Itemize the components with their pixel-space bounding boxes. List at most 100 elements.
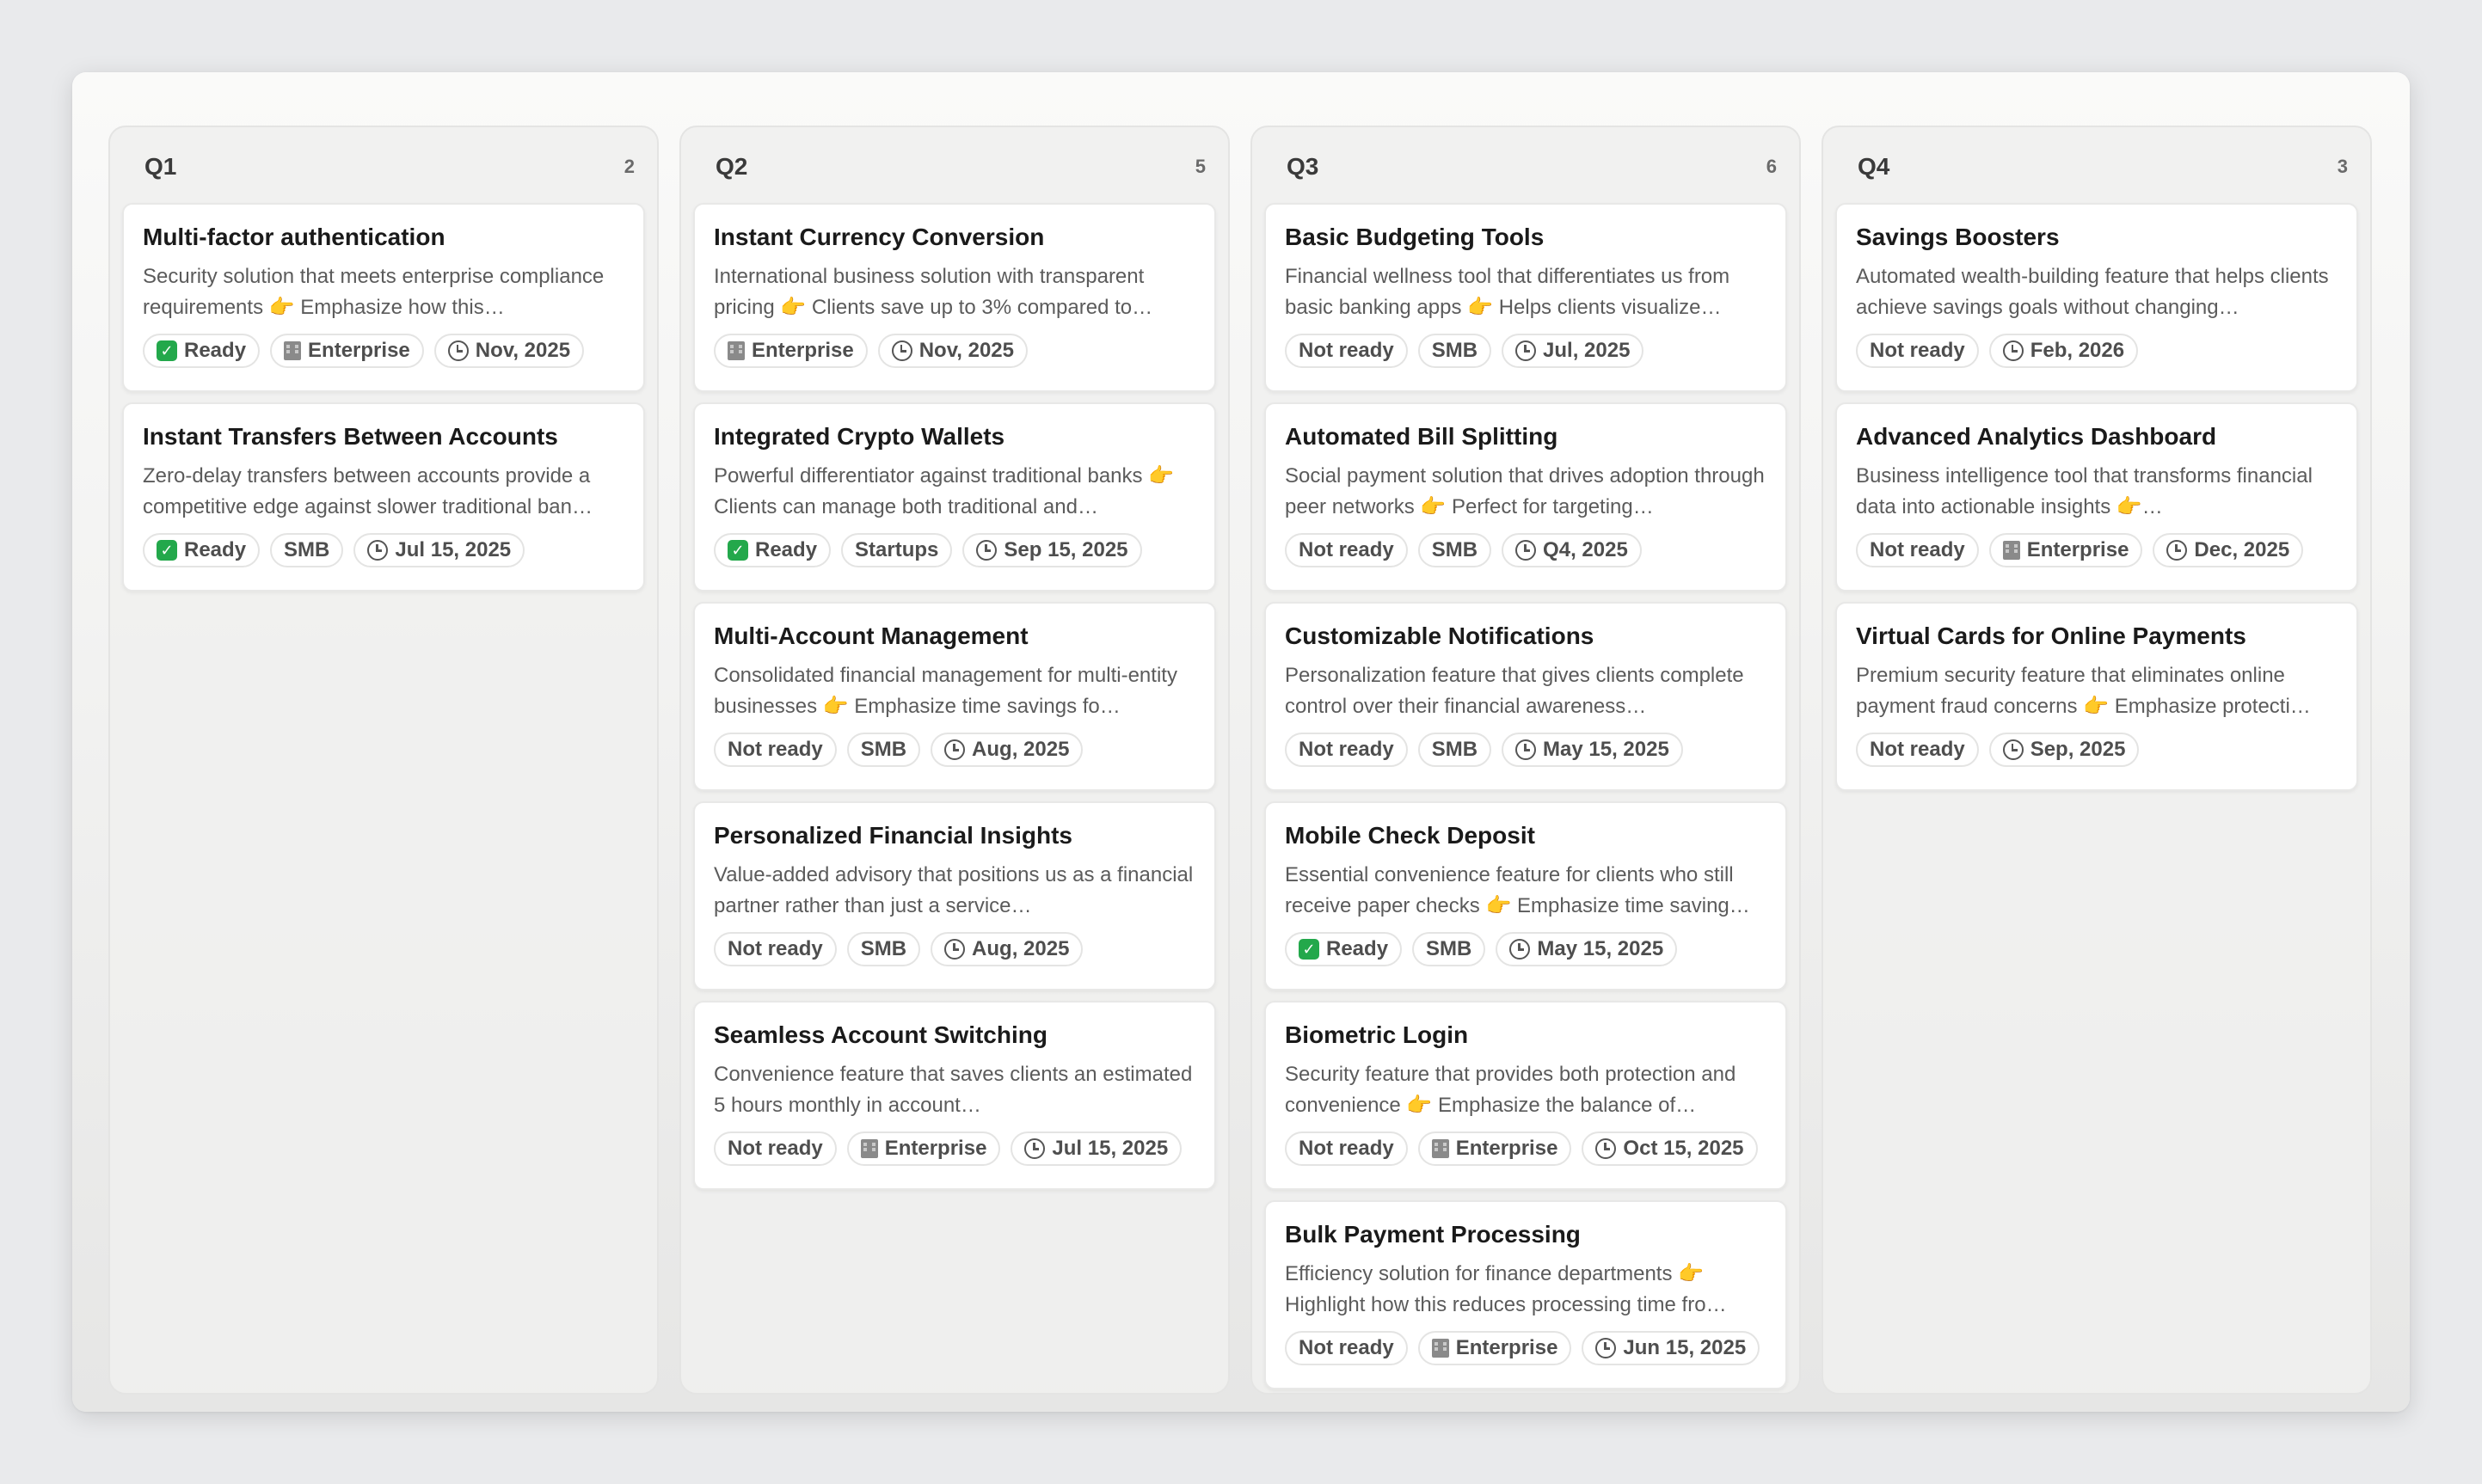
feature-card[interactable]: Virtual Cards for Online Payments Premium… <box>1835 602 2358 791</box>
card-title: Advanced Analytics Dashboard <box>1856 423 2217 450</box>
card-tags: Not ready Enterprise Oct 15, 2025 <box>1285 1131 1766 1166</box>
card-list: Multi-factor authentication Security solu… <box>122 203 645 592</box>
card-tags: Enterprise Nov, 2025 <box>714 334 1195 368</box>
feature-card[interactable]: Integrated Crypto Wallets Powerful differ… <box>693 402 1216 592</box>
check-box-icon: ✓ <box>728 540 748 561</box>
feature-card[interactable]: Instant Transfers Between Accounts Zero-d… <box>122 402 645 592</box>
segment-label: SMB <box>1426 937 1472 960</box>
check-box-icon: ✓ <box>157 540 177 561</box>
status-label: Not ready <box>728 1137 823 1160</box>
status-badge: Not ready <box>1285 733 1408 767</box>
segment-label: SMB <box>860 738 907 761</box>
segment-badge: Startups <box>841 533 953 567</box>
date-badge: Jul, 2025 <box>1502 334 1644 368</box>
date-badge: Nov, 2025 <box>433 334 585 368</box>
segment-label: Enterprise <box>752 339 854 362</box>
feature-card[interactable]: Advanced Analytics Dashboard Business int… <box>1835 402 2358 592</box>
card-description: Premium security feature that eliminates… <box>1856 664 2311 718</box>
column-title: Q2 <box>716 153 748 180</box>
column-title: Q3 <box>1287 153 1319 180</box>
clock-icon <box>1595 1338 1617 1358</box>
status-badge: Not ready <box>714 1131 837 1166</box>
card-title: Personalized Financial Insights <box>714 822 1072 849</box>
segment-badge: Enterprise <box>714 334 868 368</box>
status-label: Not ready <box>1299 538 1394 561</box>
date-label: Oct 15, 2025 <box>1623 1137 1744 1160</box>
feature-card[interactable]: Instant Currency Conversion International… <box>693 203 1216 392</box>
segment-label: SMB <box>1431 339 1478 362</box>
status-badge: Not ready <box>1856 533 1979 567</box>
card-tags: Not ready SMB Aug, 2025 <box>714 733 1195 767</box>
clock-icon <box>1595 1138 1617 1159</box>
clock-icon <box>2166 540 2188 561</box>
column-q1: Q1 2 Multi-factor authentication Security s… <box>108 126 659 1395</box>
card-description: Security solution that meets enterprise … <box>143 265 605 319</box>
date-badge: Dec, 2025 <box>2153 533 2304 567</box>
feature-card[interactable]: Multi-Account Management Consolidated fin… <box>693 602 1216 791</box>
status-label: Not ready <box>1299 738 1394 761</box>
date-label: Sep 15, 2025 <box>1004 538 1128 561</box>
card-tags: Not ready Enterprise Dec, 2025 <box>1856 533 2338 567</box>
column-q3: Q3 6 Basic Budgeting Tools Financial wellne… <box>1250 126 1801 1395</box>
card-description: Zero-delay transfers between accounts pr… <box>143 464 593 518</box>
feature-card[interactable]: Mobile Check Deposit Essential convenienc… <box>1264 801 1787 990</box>
card-description: Social payment solution that drives adop… <box>1285 464 1765 518</box>
status-badge: Not ready <box>1856 334 1979 368</box>
clock-icon <box>2002 340 2024 361</box>
status-label: Ready <box>755 538 818 561</box>
date-label: May 15, 2025 <box>1543 738 1669 761</box>
segment-badge: SMB <box>1417 733 1492 767</box>
clock-icon <box>944 739 966 760</box>
card-tags: Not ready SMB Q4, 2025 <box>1285 533 1766 567</box>
feature-card[interactable]: Personalized Financial Insights Value-add… <box>693 801 1216 990</box>
card-title: Seamless Account Switching <box>714 1021 1047 1048</box>
feature-card[interactable]: Biometric Login Security feature that pro… <box>1264 1001 1787 1190</box>
feature-card[interactable]: Automated Bill Splitting Social payment s… <box>1264 402 1787 592</box>
clock-icon <box>1515 540 1537 561</box>
column-header: Q1 2 <box>122 151 645 182</box>
card-description: Convenience feature that saves clients a… <box>714 1063 1193 1117</box>
feature-card[interactable]: Customizable Notifications Personalizatio… <box>1264 602 1787 791</box>
date-badge: Sep, 2025 <box>1988 733 2140 767</box>
card-description: Powerful differentiator against traditio… <box>714 464 1175 518</box>
clock-icon <box>1515 739 1537 760</box>
date-label: May 15, 2025 <box>1537 937 1664 960</box>
card-tags: ✓ Ready SMB Jul 15, 2025 <box>143 533 624 567</box>
card-tags: Not ready Enterprise Jun 15, 2025 <box>1285 1331 1766 1365</box>
card-list: Basic Budgeting Tools Financial wellness … <box>1264 203 1787 1389</box>
date-label: Jul, 2025 <box>1543 339 1631 362</box>
clock-icon <box>1024 1138 1046 1159</box>
feature-card[interactable]: Bulk Payment Processing Efficiency soluti… <box>1264 1200 1787 1389</box>
date-badge: Feb, 2026 <box>1988 334 2139 368</box>
card-title: Integrated Crypto Wallets <box>714 423 1005 450</box>
card-tags: Not ready SMB Aug, 2025 <box>714 932 1195 966</box>
feature-card[interactable]: Basic Budgeting Tools Financial wellness … <box>1264 203 1787 392</box>
date-label: Feb, 2026 <box>2030 339 2125 362</box>
segment-badge: Enterprise <box>846 1131 1001 1166</box>
check-box-icon: ✓ <box>157 340 177 361</box>
card-title: Multi-Account Management <box>714 622 1029 649</box>
date-label: Nov, 2025 <box>918 339 1015 362</box>
clock-icon <box>367 540 389 561</box>
segment-label: Enterprise <box>308 339 410 362</box>
card-title: Customizable Notifications <box>1285 622 1594 649</box>
status-label: Ready <box>1326 937 1389 960</box>
clock-icon <box>891 340 912 361</box>
segment-badge: SMB <box>846 932 921 966</box>
feature-card[interactable]: Seamless Account Switching Convenience fe… <box>693 1001 1216 1190</box>
card-description: Personalization feature that gives clien… <box>1285 664 1744 718</box>
building-icon <box>860 1139 878 1158</box>
status-label: Not ready <box>728 738 823 761</box>
date-label: Jun 15, 2025 <box>1623 1336 1747 1359</box>
date-badge: May 15, 2025 <box>1496 932 1678 966</box>
segment-badge: Enterprise <box>1417 1131 1572 1166</box>
column-q2: Q2 5 Instant Currency Conversion Internatio… <box>679 126 1230 1395</box>
building-icon <box>1431 1139 1449 1158</box>
status-badge: ✓ Ready <box>143 334 261 368</box>
status-label: Not ready <box>1870 538 1965 561</box>
status-badge: Not ready <box>714 733 837 767</box>
status-label: Ready <box>184 339 247 362</box>
date-badge: Aug, 2025 <box>931 932 1084 966</box>
feature-card[interactable]: Multi-factor authentication Security solu… <box>122 203 645 392</box>
feature-card[interactable]: Savings Boosters Automated wealth-buildin… <box>1835 203 2358 392</box>
